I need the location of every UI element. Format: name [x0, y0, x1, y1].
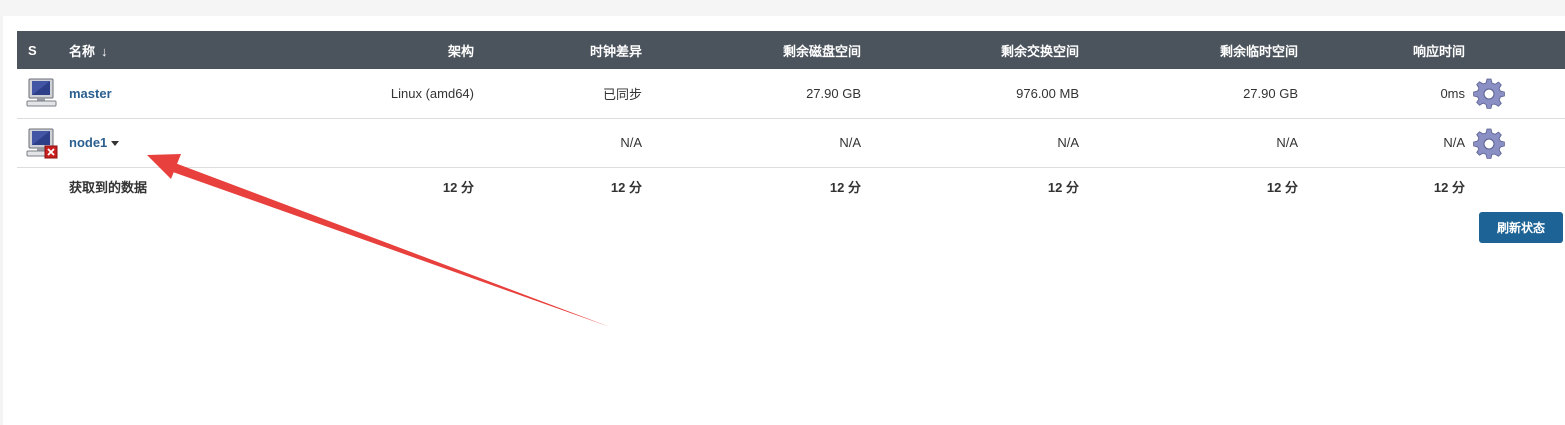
refresh-status-button[interactable]: 刷新状态: [1479, 212, 1563, 243]
arch-cell: [209, 118, 474, 167]
column-header-arch[interactable]: 架构: [209, 31, 474, 69]
disk-cell: N/A: [839, 135, 861, 150]
clock-cell: N/A: [620, 135, 642, 150]
sort-down-icon: ↓: [101, 43, 108, 59]
totals-disk: 12 分: [829, 179, 861, 195]
column-header-clock[interactable]: 时钟差异: [474, 31, 642, 69]
clock-cell: 已同步: [602, 86, 642, 102]
totals-swap: 12 分: [1047, 179, 1079, 195]
status-cell: [17, 118, 69, 167]
totals-arch: 12 分: [442, 179, 474, 195]
totals-clock: 12 分: [610, 179, 642, 195]
disk-cell: 27.90 GB: [806, 85, 861, 101]
page-top-band: [0, 0, 1565, 16]
column-header-name[interactable]: 名称 ↓: [69, 31, 209, 69]
swap-cell: N/A: [1057, 135, 1079, 150]
column-header-status[interactable]: S: [17, 31, 69, 69]
status-cell: [17, 69, 69, 118]
computer-icon: [26, 78, 57, 107]
column-header-response[interactable]: 响应时间: [1298, 31, 1465, 69]
actions-cell: [1465, 118, 1565, 167]
totals-status-cell: [17, 167, 69, 205]
table-header-row: S 名称 ↓ 架构 时钟差异 剩余磁盘空间 剩余交换空间 剩余临时空间 响应时间: [17, 31, 1565, 69]
response-cell: N/A: [1443, 135, 1465, 150]
name-cell: master: [69, 69, 209, 118]
table-row: node1 N/A N/A N/A N/A N/A: [17, 118, 1565, 167]
table-row: master Linux (amd64) 已同步 27.90 GB 976.00…: [17, 69, 1565, 118]
swap-cell: 976.00 MB: [1016, 85, 1079, 101]
nodes-table: S 名称 ↓ 架构 时钟差异 剩余磁盘空间 剩余交换空间 剩余临时空间 响应时间: [17, 31, 1565, 205]
gear-icon[interactable]: [1473, 127, 1505, 159]
temp-cell: N/A: [1276, 135, 1298, 150]
column-header-disk[interactable]: 剩余磁盘空间: [642, 31, 861, 69]
column-header-swap[interactable]: 剩余交换空间: [861, 31, 1079, 69]
column-header-temp[interactable]: 剩余临时空间: [1079, 31, 1298, 69]
computer-offline-icon: [26, 128, 58, 158]
node-link-node1[interactable]: node1: [69, 135, 107, 150]
name-cell: node1: [69, 118, 209, 167]
arch-cell: Linux (amd64): [390, 85, 474, 101]
column-header-actions: [1465, 31, 1565, 69]
totals-label: 获取到的数据: [69, 179, 148, 195]
actions-cell: [1465, 69, 1565, 118]
caret-down-icon[interactable]: [111, 141, 120, 147]
totals-actions-cell: [1465, 167, 1565, 205]
totals-row: 获取到的数据 12 分 12 分 12 分 12 分 12 分 12 分: [17, 167, 1565, 205]
page-left-edge: [0, 16, 3, 425]
column-header-name-label: 名称: [69, 43, 96, 59]
node-link-master[interactable]: master: [69, 86, 112, 101]
gear-icon[interactable]: [1473, 77, 1505, 110]
totals-response: 12 分: [1433, 179, 1465, 195]
response-cell: 0ms: [1440, 85, 1465, 101]
totals-temp: 12 分: [1266, 179, 1298, 195]
temp-cell: 27.90 GB: [1243, 85, 1298, 101]
